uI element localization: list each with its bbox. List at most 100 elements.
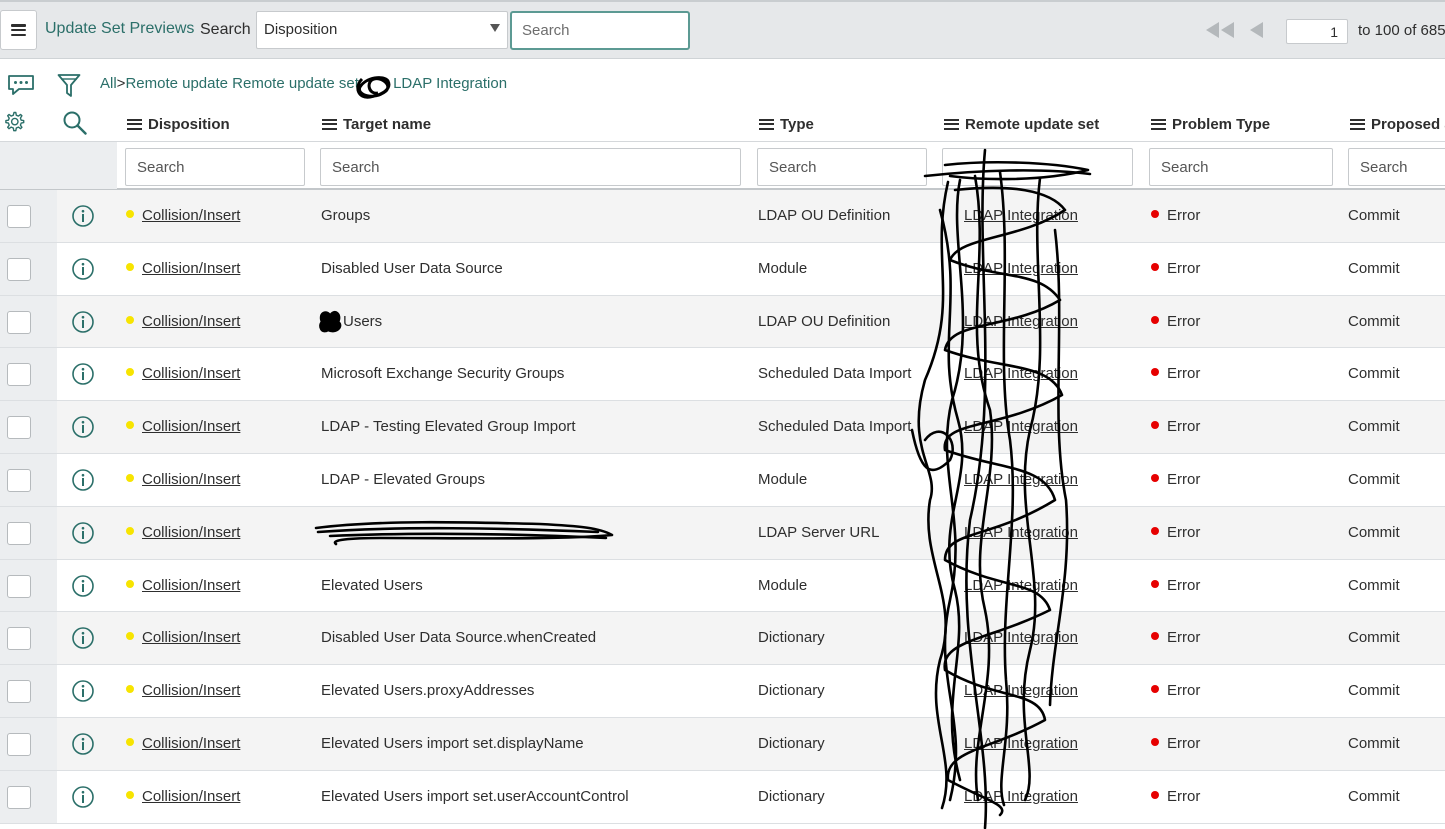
proposed-action-cell: Commit <box>1348 576 1400 594</box>
breadcrumb-filter-value: LDAP Integration <box>393 75 508 92</box>
remote-update-set-cell: LDAP Integration <box>944 682 1078 699</box>
row-select-checkbox[interactable] <box>7 574 31 598</box>
info-icon[interactable] <box>71 362 95 386</box>
remote-update-set-link[interactable]: LDAP Integration <box>964 577 1078 594</box>
disposition-link[interactable]: Collision/Insert <box>142 365 240 382</box>
search-input-disposition[interactable] <box>125 148 305 186</box>
table-row: Collision/Insert LDAP Server URL LDAP In… <box>0 506 1445 560</box>
breadcrumb-all[interactable]: All <box>100 75 117 92</box>
search-input-proposed-action[interactable] <box>1348 148 1445 186</box>
disposition-link[interactable]: Collision/Insert <box>142 735 240 752</box>
remote-update-set-link[interactable]: LDAP Integration <box>964 788 1078 805</box>
disposition-cell: Collision/Insert <box>126 629 240 646</box>
breadcrumb-filter[interactable]: Remote update Remote update set LDAP Int… <box>125 75 507 92</box>
remote-update-set-cell: LDAP Integration <box>944 629 1078 646</box>
disposition-link[interactable]: Collision/Insert <box>142 577 240 594</box>
remote-update-set-link[interactable]: LDAP Integration <box>964 629 1078 646</box>
target-name-cell: Elevated Users import set.userAccountCon… <box>321 787 629 805</box>
column-header-remote-update-set[interactable]: Remote update set <box>944 113 1099 135</box>
disposition-link[interactable]: Collision/Insert <box>142 207 240 224</box>
disposition-link[interactable]: Collision/Insert <box>142 788 240 805</box>
row-select-checkbox[interactable] <box>7 416 31 440</box>
row-select-checkbox[interactable] <box>7 785 31 809</box>
info-icon[interactable] <box>71 679 95 703</box>
list-title[interactable]: Update Set Previews <box>45 20 194 38</box>
disposition-link[interactable]: Collision/Insert <box>142 682 240 699</box>
remote-update-set-link[interactable]: LDAP Integration <box>964 365 1078 382</box>
problem-type-label: Error <box>1167 787 1201 805</box>
search-input-problem-type[interactable] <box>1149 148 1333 186</box>
gear-icon[interactable] <box>2 110 26 134</box>
row-select-checkbox[interactable] <box>7 468 31 492</box>
proposed-action-cell: Commit <box>1348 259 1400 277</box>
error-dot-icon <box>1151 737 1159 746</box>
type-cell: Dictionary <box>758 629 825 647</box>
disposition-link[interactable]: Collision/Insert <box>142 260 240 277</box>
disposition-link[interactable]: Collision/Insert <box>142 313 240 330</box>
proposed-action-cell: Commit <box>1348 734 1400 752</box>
remote-update-set-link[interactable]: LDAP Integration <box>964 524 1078 541</box>
column-header-disposition[interactable]: Disposition <box>127 113 230 135</box>
row-select-checkbox[interactable] <box>7 205 31 228</box>
target-name-cell: Elevated Users import set.displayName <box>321 734 584 752</box>
row-select-checkbox[interactable] <box>7 680 31 704</box>
column-header-problem-type[interactable]: Problem Type <box>1151 113 1270 135</box>
search-icon[interactable] <box>62 110 88 136</box>
column-header-type[interactable]: Type <box>759 113 814 135</box>
row-select-checkbox[interactable] <box>7 732 31 756</box>
disposition-link[interactable]: Collision/Insert <box>142 418 240 435</box>
problem-type-label: Error <box>1167 682 1201 700</box>
row-select-checkbox[interactable] <box>7 627 31 651</box>
disposition-link[interactable]: Collision/Insert <box>142 629 240 646</box>
problem-type-label: Error <box>1167 523 1201 541</box>
remote-update-set-link[interactable]: LDAP Integration <box>964 207 1078 224</box>
search-field-select[interactable]: Disposition <box>256 11 508 49</box>
info-icon[interactable] <box>71 257 95 281</box>
info-icon[interactable] <box>71 415 95 439</box>
page-number-input[interactable] <box>1286 19 1348 44</box>
info-icon[interactable] <box>71 574 95 598</box>
proposed-action-cell: Commit <box>1348 787 1400 805</box>
disposition-cell: Collision/Insert <box>126 260 240 277</box>
search-input-remote-update-set[interactable] <box>942 148 1133 186</box>
row-select-checkbox[interactable] <box>7 257 31 281</box>
row-select-checkbox[interactable] <box>7 521 31 545</box>
activity-stream-icon[interactable] <box>7 74 35 96</box>
remote-update-set-link[interactable]: LDAP Integration <box>964 313 1078 330</box>
remote-update-set-link[interactable]: LDAP Integration <box>964 418 1078 435</box>
column-menu-icon[interactable] <box>127 118 142 130</box>
column-menu-icon[interactable] <box>944 118 959 130</box>
column-menu-icon[interactable] <box>1151 118 1166 130</box>
column-menu-icon[interactable] <box>1350 118 1365 130</box>
disposition-link[interactable]: Collision/Insert <box>142 524 240 541</box>
column-menu-icon[interactable] <box>322 118 337 130</box>
info-icon[interactable] <box>71 310 95 334</box>
info-icon[interactable] <box>71 521 95 545</box>
previous-page-icon[interactable] <box>1248 20 1264 40</box>
search-input-type[interactable] <box>757 148 927 186</box>
remote-update-set-link[interactable]: LDAP Integration <box>964 735 1078 752</box>
info-icon[interactable] <box>71 204 95 228</box>
info-icon[interactable] <box>71 468 95 492</box>
first-page-icon[interactable] <box>1205 20 1235 40</box>
info-icon[interactable] <box>71 785 95 809</box>
column-header-proposed-action[interactable]: Proposed ac <box>1350 113 1445 135</box>
column-menu-icon[interactable] <box>759 118 774 130</box>
column-header-label: Problem Type <box>1172 115 1271 133</box>
type-cell: Module <box>758 576 808 594</box>
info-icon[interactable] <box>71 626 95 650</box>
problem-type-cell: Error <box>1151 207 1200 224</box>
row-select-checkbox[interactable] <box>7 363 31 387</box>
remote-update-set-link[interactable]: LDAP Integration <box>964 682 1078 699</box>
list-context-menu-button[interactable] <box>0 10 37 50</box>
filter-icon[interactable] <box>57 73 81 99</box>
info-icon[interactable] <box>71 732 95 756</box>
list-header: Update Set Previews Search Disposition t… <box>0 0 1445 59</box>
list-search-input[interactable] <box>510 11 690 50</box>
row-select-checkbox[interactable] <box>7 310 31 334</box>
remote-update-set-link[interactable]: LDAP Integration <box>964 260 1078 277</box>
disposition-link[interactable]: Collision/Insert <box>142 471 240 488</box>
column-header-target-name[interactable]: Target name <box>322 113 431 135</box>
remote-update-set-link[interactable]: LDAP Integration <box>964 471 1078 488</box>
search-input-target-name[interactable] <box>320 148 741 186</box>
